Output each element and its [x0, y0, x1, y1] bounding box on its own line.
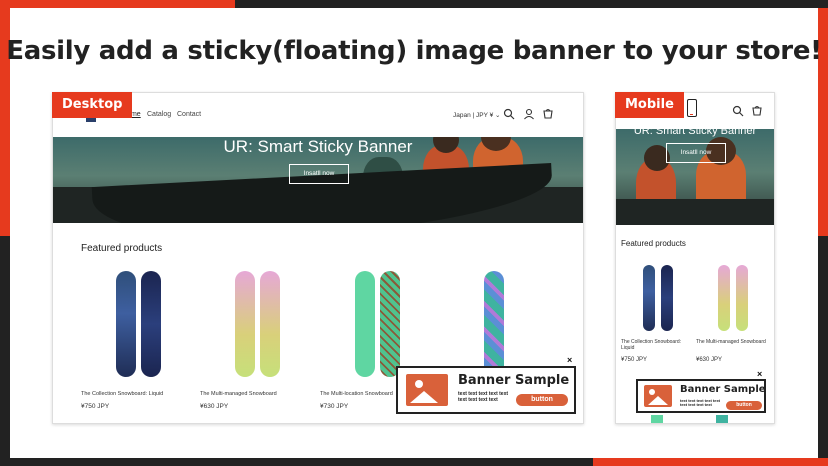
featured-title: Featured products: [621, 239, 686, 248]
snowboard-image: [716, 415, 728, 423]
snowboard-image: [141, 271, 161, 377]
product-image: [230, 271, 280, 381]
snowboard-image: [718, 265, 730, 331]
banner-close-icon[interactable]: ×: [757, 369, 762, 379]
banner-image-sun: [415, 380, 423, 388]
hero-banner: UR: Smart Sticky Banner Insatll now: [53, 137, 583, 223]
decor-bar-bottom: [593, 458, 828, 466]
banner-title: Banner Sample: [458, 373, 570, 388]
snowboard-image: [380, 271, 400, 377]
product-image: [111, 271, 161, 381]
product-name[interactable]: The Collection Snowboard: Liquid: [621, 339, 691, 351]
banner-image-sun: [649, 389, 655, 395]
banner-title: Banner Sample: [680, 384, 766, 395]
cart-icon[interactable]: [751, 105, 763, 117]
snowboard-image: [643, 265, 655, 331]
banner-button[interactable]: button: [726, 401, 762, 410]
snowboard-image: [484, 271, 504, 377]
snowboard-image: [116, 271, 136, 377]
product-price: ¥750 JPY: [81, 403, 110, 410]
mobile-tag: Mobile: [615, 92, 684, 118]
product-name[interactable]: The Multi-location Snowboard: [320, 391, 393, 397]
desktop-tag: Desktop: [52, 92, 133, 118]
snowboard-image: [651, 415, 663, 423]
nav-contact-link[interactable]: Contact: [177, 111, 201, 118]
product-price: ¥630 JPY: [696, 357, 723, 363]
banner-image-mountain: [648, 396, 668, 405]
product-name[interactable]: The Multi-managed Snowboard: [200, 391, 277, 397]
search-icon[interactable]: [732, 105, 744, 117]
search-icon[interactable]: [503, 108, 515, 120]
snowboard-image: [235, 271, 255, 377]
product-name[interactable]: The Multi-managed Snowboard: [696, 339, 766, 345]
banner-image-icon: [406, 374, 448, 406]
locale-selector[interactable]: Japan | JPY ¥ ⌄: [453, 111, 501, 119]
sticky-banner-mobile[interactable]: Banner Sample text text text text text t…: [636, 379, 766, 413]
hero-banner: UR: Smart Sticky Banner Insatll now: [616, 129, 774, 225]
banner-button[interactable]: button: [516, 394, 568, 406]
product-card[interactable]: The Collection Snowboard: Liquid ¥750 JP…: [81, 263, 191, 423]
product-name[interactable]: The Collection Snowboard: Liquid: [81, 391, 163, 397]
product-price: ¥750 JPY: [621, 357, 648, 363]
banner-image-icon: [644, 385, 672, 407]
product-card[interactable]: The Multi-managed Snowboard ¥630 JPY: [200, 263, 310, 423]
mobile-preview: UR: Smart Sticky Banner Insatll now Feat…: [615, 92, 775, 424]
banner-image-mountain: [410, 391, 438, 403]
hero-title: UR: Smart Sticky Banner: [223, 137, 413, 156]
phone-icon: [687, 99, 697, 117]
product-price: ¥630 JPY: [200, 403, 229, 410]
banner-text: text text text text text text text text …: [458, 391, 509, 403]
snowboard-image: [736, 265, 748, 331]
install-button[interactable]: Insatll now: [666, 143, 726, 163]
hero-title: UR: Smart Sticky Banner: [633, 129, 757, 137]
hero-illustration-water: [616, 199, 774, 225]
product-image: [469, 271, 519, 381]
snowboard-image: [355, 271, 375, 377]
desktop-nav: Home Catalog Contact Japan | JPY ¥ ⌄: [53, 93, 583, 137]
nav-catalog-link[interactable]: Catalog: [147, 111, 171, 118]
product-price: ¥730 JPY: [320, 403, 349, 410]
decor-bar-top: [0, 0, 235, 8]
account-icon[interactable]: [523, 108, 535, 120]
featured-title: Featured products: [81, 243, 163, 254]
sticky-banner-desktop[interactable]: Banner Sample text text text text text t…: [396, 366, 576, 414]
banner-close-icon[interactable]: ×: [567, 355, 572, 365]
product-image: [350, 271, 400, 381]
banner-text: text text text text text text text text …: [680, 398, 721, 408]
install-button[interactable]: Insatll now: [289, 164, 349, 184]
cart-icon[interactable]: [542, 108, 554, 120]
snowboard-image: [260, 271, 280, 377]
snowboard-image: [661, 265, 673, 331]
page-headline: Easily add a sticky(floating) image bann…: [6, 36, 822, 66]
